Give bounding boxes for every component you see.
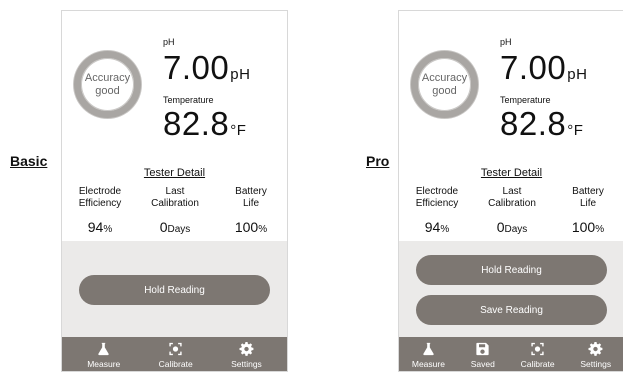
basic-label: Basic xyxy=(10,153,48,169)
electrode-efficiency-value: 94% xyxy=(424,219,450,235)
tester-detail-title[interactable]: Tester Detail xyxy=(62,167,287,179)
ph-number: 7.00 xyxy=(163,49,230,86)
tab-measure[interactable]: Measure xyxy=(87,337,120,369)
ph-label: pH xyxy=(163,37,175,47)
save-reading-button[interactable]: Save Reading xyxy=(416,295,607,325)
accuracy-gauge: Accuracy good xyxy=(411,51,478,118)
action-panel: Hold Reading xyxy=(62,241,287,337)
ph-number: 7.00 xyxy=(500,49,567,86)
gauge-line1: Accuracy xyxy=(421,71,468,84)
last-calibration-value: 0Days xyxy=(159,219,191,235)
pro-label: Pro xyxy=(366,153,390,169)
flask-icon xyxy=(98,342,109,356)
electrode-efficiency-label: Electrode Efficiency xyxy=(415,186,459,209)
flask-icon xyxy=(423,342,434,356)
calibrate-target-icon xyxy=(169,342,182,356)
temperature-label: Temperature xyxy=(500,95,551,105)
last-calibration-label: Last Calibration xyxy=(488,186,536,209)
temperature-number: 82.8 xyxy=(500,105,567,142)
tab-saved[interactable]: Saved xyxy=(471,337,495,369)
tab-settings[interactable]: Settings xyxy=(580,337,611,369)
gear-icon xyxy=(239,342,254,356)
reading-panel: Accuracy good pH 7.00pH Temperature 82.8… xyxy=(62,11,287,241)
tester-detail-title[interactable]: Tester Detail xyxy=(399,167,623,179)
reading-panel: Accuracy good pH 7.00pH Temperature 82.8… xyxy=(399,11,623,241)
gauge-line2: good xyxy=(432,84,457,97)
tab-bar: Measure Saved Calibrate Settings xyxy=(399,337,623,371)
ph-unit: pH xyxy=(230,66,251,83)
pro-screen: Accuracy good pH 7.00pH Temperature 82.8… xyxy=(398,10,623,372)
temperature-number: 82.8 xyxy=(163,105,230,142)
tab-calibrate[interactable]: Calibrate xyxy=(159,337,193,369)
save-icon xyxy=(476,342,489,356)
ph-unit: pH xyxy=(567,66,588,83)
gauge-line1: Accuracy xyxy=(84,71,131,84)
ph-label: pH xyxy=(500,37,512,47)
hold-reading-button[interactable]: Hold Reading xyxy=(79,275,270,305)
tab-bar: Measure Calibrate Settings xyxy=(62,337,287,371)
electrode-efficiency-value: 94% xyxy=(87,219,113,235)
ph-value: 7.00pH xyxy=(500,51,587,91)
battery-life-value: 100% xyxy=(571,219,605,235)
tab-settings[interactable]: Settings xyxy=(231,337,262,369)
last-calibration-label: Last Calibration xyxy=(151,186,199,209)
battery-life-value: 100% xyxy=(234,219,268,235)
battery-life-label: Battery Life xyxy=(572,186,604,209)
temperature-value: 82.8°F xyxy=(500,107,583,147)
temperature-label: Temperature xyxy=(163,95,214,105)
action-panel: Hold Reading Save Reading xyxy=(399,241,623,337)
gear-icon xyxy=(588,342,603,356)
accuracy-gauge: Accuracy good xyxy=(74,51,141,118)
gauge-line2: good xyxy=(95,84,120,97)
calibrate-target-icon xyxy=(531,342,544,356)
electrode-efficiency-label: Electrode Efficiency xyxy=(78,186,122,209)
hold-reading-button[interactable]: Hold Reading xyxy=(416,255,607,285)
ph-value: 7.00pH xyxy=(163,51,250,91)
basic-screen: Accuracy good pH 7.00pH Temperature 82.8… xyxy=(61,10,288,372)
tab-calibrate[interactable]: Calibrate xyxy=(521,337,555,369)
last-calibration-value: 0Days xyxy=(496,219,528,235)
temperature-value: 82.8°F xyxy=(163,107,246,147)
temperature-unit: °F xyxy=(567,122,584,139)
temperature-unit: °F xyxy=(230,122,247,139)
battery-life-label: Battery Life xyxy=(235,186,267,209)
tab-measure[interactable]: Measure xyxy=(412,337,445,369)
